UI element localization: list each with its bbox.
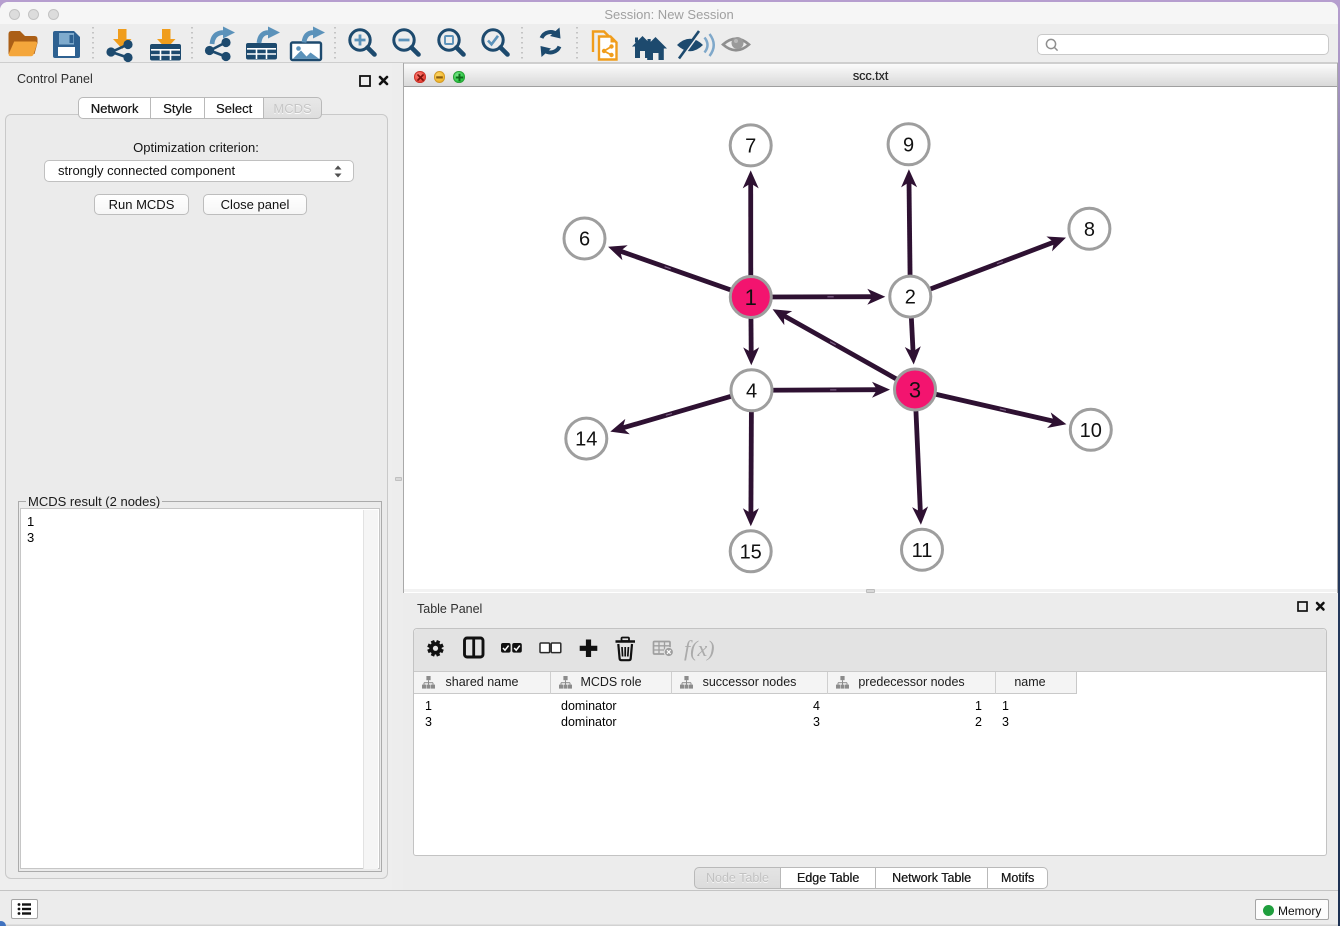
svg-text:f(x): f(x)	[684, 636, 715, 661]
svg-text:6: 6	[579, 229, 590, 251]
svg-text:3: 3	[909, 377, 921, 402]
svg-text:7: 7	[745, 136, 756, 158]
svg-text:14: 14	[575, 429, 597, 451]
svg-text:15: 15	[740, 541, 762, 563]
svg-text:1: 1	[745, 285, 757, 310]
svg-text:2: 2	[905, 287, 916, 309]
svg-text:11: 11	[912, 540, 933, 562]
svg-text:9: 9	[903, 134, 914, 156]
svg-text:10: 10	[1080, 420, 1102, 442]
svg-text:4: 4	[746, 380, 757, 402]
svg-text:8: 8	[1084, 219, 1095, 241]
